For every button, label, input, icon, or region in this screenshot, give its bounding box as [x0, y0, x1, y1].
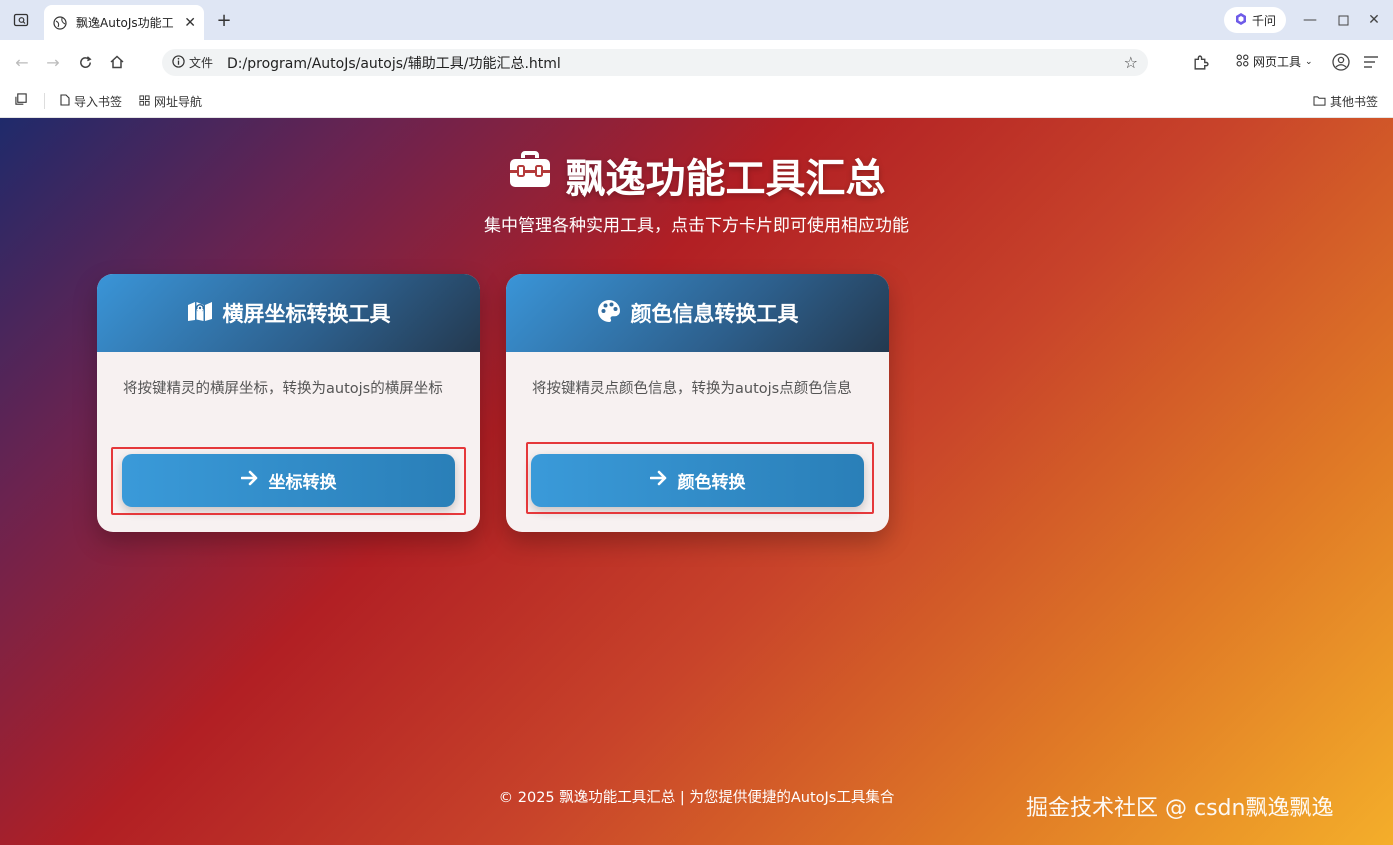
- tab-close-icon[interactable]: ✕: [184, 16, 196, 30]
- tab-bar: 飘逸AutoJs功能工 ✕ + 千问 — ✕: [0, 0, 1393, 40]
- assistant-label: 千问: [1251, 13, 1276, 28]
- tab-title: 飘逸AutoJs功能工: [76, 16, 174, 30]
- minimize-icon[interactable]: —: [1300, 10, 1320, 30]
- reload-icon[interactable]: [75, 52, 95, 72]
- card-description: 将按键精灵的横屏坐标，转换为autojs的横屏坐标: [123, 381, 443, 397]
- page-content: 飘逸功能工具汇总 集中管理各种实用工具，点击下方卡片即可使用相应功能 横屏坐标转…: [0, 118, 1393, 845]
- card-header: 颜色信息转换工具: [506, 274, 889, 352]
- highlight-box: [111, 447, 466, 515]
- url-scheme-label: 文件: [189, 56, 214, 70]
- active-tab[interactable]: 飘逸AutoJs功能工 ✕: [44, 5, 204, 40]
- bookmark-import[interactable]: 导入书签: [60, 93, 122, 110]
- forward-icon[interactable]: →: [43, 52, 63, 72]
- bookmark-nav-label: 网址导航: [154, 95, 203, 109]
- page-title-text: 飘逸功能工具汇总: [565, 156, 886, 202]
- tab-group-icon[interactable]: [15, 93, 28, 106]
- toolbox-icon: [508, 151, 552, 199]
- bookmark-nav[interactable]: 网址导航: [139, 93, 202, 110]
- window-close-icon[interactable]: ✕: [1364, 10, 1384, 30]
- map-icon: [187, 300, 213, 327]
- assistant-button[interactable]: 千问: [1224, 7, 1286, 33]
- tab-search-icon[interactable]: [8, 8, 34, 32]
- document-icon: [60, 94, 70, 109]
- divider: [44, 93, 45, 109]
- highlight-box: [526, 442, 874, 514]
- card-title: 颜色信息转换工具: [630, 302, 799, 326]
- extensions-icon[interactable]: [1190, 52, 1210, 72]
- grid-icon: [1236, 54, 1249, 70]
- address-bar[interactable]: 文件 D:/program/AutoJs/autojs/辅助工具/功能汇总.ht…: [162, 49, 1148, 76]
- profile-icon[interactable]: [1331, 52, 1351, 72]
- palette-icon: [597, 299, 621, 328]
- navigation-bar: ← → 文件 D:/program/AutoJs/autojs/辅助工具/功能汇…: [0, 40, 1393, 84]
- site-info-chip[interactable]: 文件: [172, 54, 213, 71]
- bookmark-star-icon[interactable]: ☆: [1124, 53, 1138, 72]
- card-description: 将按键精灵点颜色信息，转换为autojs点颜色信息: [532, 381, 852, 397]
- page-title: 飘逸功能工具汇总: [0, 146, 1393, 204]
- page-subtitle: 集中管理各种实用工具，点击下方卡片即可使用相应功能: [484, 216, 909, 236]
- bookmark-import-label: 导入书签: [74, 95, 123, 109]
- assistant-logo-icon: [1234, 12, 1248, 29]
- bookmark-other-label: 其他书签: [1330, 95, 1379, 109]
- menu-icon[interactable]: [1361, 52, 1381, 72]
- back-icon[interactable]: ←: [12, 52, 32, 72]
- watermark: 掘金技术社区 @ csdn飘逸飘逸: [1026, 796, 1334, 821]
- web-tools-label: 网页工具: [1253, 55, 1302, 69]
- globe-icon: [52, 15, 68, 31]
- card-header: 横屏坐标转换工具: [97, 274, 480, 352]
- info-icon: [172, 54, 185, 71]
- bookmarks-bar: 导入书签 网址导航 其他书签: [0, 84, 1393, 118]
- apps-grid-icon: [139, 94, 150, 109]
- url-text[interactable]: D:/program/AutoJs/autojs/辅助工具/功能汇总.html: [227, 53, 561, 73]
- chevron-down-icon: ⌄: [1305, 56, 1313, 67]
- web-tools-menu[interactable]: 网页工具 ⌄: [1236, 53, 1313, 70]
- maximize-icon[interactable]: [1333, 10, 1353, 30]
- folder-icon: [1313, 95, 1326, 109]
- card-title: 横屏坐标转换工具: [222, 302, 391, 326]
- new-tab-button[interactable]: +: [214, 10, 234, 31]
- home-icon[interactable]: [107, 52, 127, 72]
- bookmark-other[interactable]: 其他书签: [1313, 93, 1378, 110]
